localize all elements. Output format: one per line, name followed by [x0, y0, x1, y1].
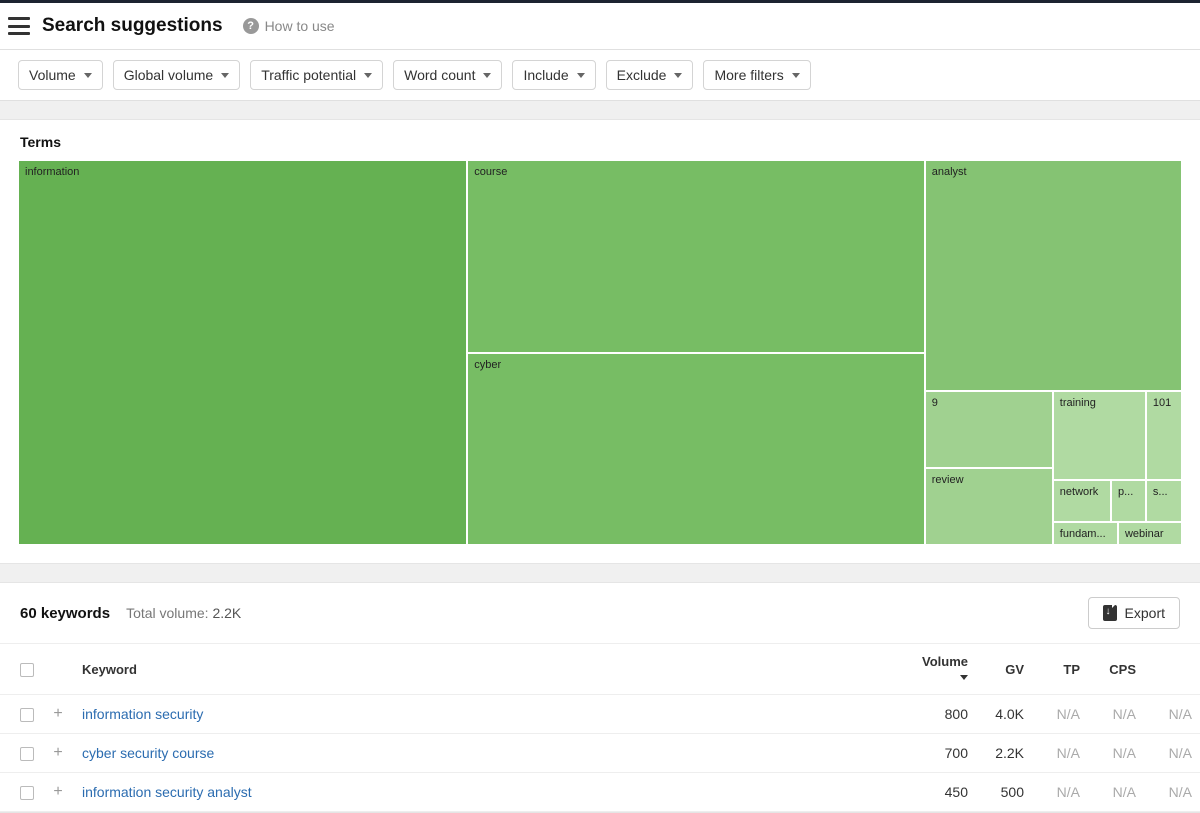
sort-desc-icon	[960, 675, 968, 680]
treemap-cell[interactable]: training	[1053, 391, 1146, 480]
chevron-down-icon	[221, 73, 229, 78]
keywords-panel: 60 keywords Total volume: 2.2K Export Ke…	[0, 582, 1200, 813]
filter-label: Exclude	[617, 67, 667, 83]
treemap-cell[interactable]: 9	[925, 391, 1053, 468]
export-icon	[1103, 605, 1117, 621]
col-gv[interactable]: GV	[976, 644, 1032, 695]
cell: N/A	[1088, 734, 1144, 773]
treemap-cell[interactable]: s...	[1146, 480, 1182, 522]
treemap-cell[interactable]: cyber	[467, 353, 924, 546]
filter-traffic-potential[interactable]: Traffic potential	[250, 60, 383, 90]
chevron-down-icon	[792, 73, 800, 78]
row-checkbox[interactable]	[20, 786, 34, 800]
filter-exclude[interactable]: Exclude	[606, 60, 694, 90]
select-all-checkbox[interactable]	[20, 663, 34, 677]
filter-label: Include	[523, 67, 568, 83]
chevron-down-icon	[364, 73, 372, 78]
chevron-down-icon	[483, 73, 491, 78]
table-row: +information security8004.0KN/AN/AN/A	[0, 695, 1200, 734]
cell: N/A	[1144, 734, 1200, 773]
filter-label: More filters	[714, 67, 783, 83]
chevron-down-icon	[674, 73, 682, 78]
help-icon: ?	[243, 18, 259, 34]
treemap-cell[interactable]: webinar	[1118, 522, 1182, 545]
treemap-cell[interactable]: p...	[1111, 480, 1146, 522]
filter-include[interactable]: Include	[512, 60, 595, 90]
summary-bar: 60 keywords Total volume: 2.2K Export	[0, 583, 1200, 643]
treemap-cell[interactable]: network	[1053, 480, 1111, 522]
col-cps[interactable]: CPS	[1088, 644, 1144, 695]
expand-icon[interactable]: +	[50, 744, 66, 762]
treemap-cell[interactable]: analyst	[925, 160, 1182, 391]
treemap-cell[interactable]: information	[18, 160, 467, 545]
top-bar: Search suggestions ? How to use	[0, 0, 1200, 50]
table-row: +information security analyst450500N/AN/…	[0, 773, 1200, 812]
row-checkbox[interactable]	[20, 747, 34, 761]
cell: 4.0K	[976, 695, 1032, 734]
col-volume[interactable]: Volume	[904, 644, 976, 695]
table-row: +cyber security course7002.2KN/AN/AN/A	[0, 734, 1200, 773]
chevron-down-icon	[84, 73, 92, 78]
filter-label: Traffic potential	[261, 67, 356, 83]
terms-panel-title: Terms	[0, 120, 1200, 160]
cell: 450	[904, 773, 976, 812]
filter-more-filters[interactable]: More filters	[703, 60, 810, 90]
total-volume-value: 2.2K	[212, 605, 241, 621]
cell: N/A	[1144, 695, 1200, 734]
filter-volume[interactable]: Volume	[18, 60, 103, 90]
export-button[interactable]: Export	[1088, 597, 1180, 629]
keyword-link[interactable]: information security analyst	[82, 784, 252, 800]
export-label: Export	[1125, 605, 1165, 621]
chevron-down-icon	[577, 73, 585, 78]
keywords-count: 60 keywords	[20, 605, 110, 622]
treemap[interactable]: informationcoursecyberanalyst9reviewtrai…	[18, 160, 1182, 545]
table-header-row: Keyword Volume GV TP CPS	[0, 644, 1200, 695]
filter-word-count[interactable]: Word count	[393, 60, 502, 90]
menu-icon[interactable]	[8, 17, 30, 35]
col-keyword[interactable]: Keyword	[74, 644, 904, 695]
treemap-cell[interactable]: 101	[1146, 391, 1182, 480]
filter-bar: Volume Global volume Traffic potential Word…	[0, 50, 1200, 101]
keywords-table: Keyword Volume GV TP CPS + information se…	[0, 643, 1200, 812]
row-checkbox[interactable]	[20, 708, 34, 722]
how-to-use-link[interactable]: ? How to use	[243, 18, 335, 34]
cell: N/A	[1032, 734, 1088, 773]
treemap-cell[interactable]: fundam...	[1053, 522, 1118, 545]
keyword-link[interactable]: cyber security course	[82, 745, 214, 761]
cell: N/A	[1032, 773, 1088, 812]
how-to-use-label: How to use	[265, 18, 335, 34]
cell: 2.2K	[976, 734, 1032, 773]
treemap-cell[interactable]: review	[925, 468, 1053, 545]
filter-label: Word count	[404, 67, 475, 83]
filter-global-volume[interactable]: Global volume	[113, 60, 241, 90]
page-title: Search suggestions	[42, 15, 223, 37]
col-volume-label: Volume	[922, 654, 968, 669]
cell: N/A	[1088, 695, 1144, 734]
cell: 500	[976, 773, 1032, 812]
keyword-link[interactable]: information security	[82, 706, 203, 722]
expand-icon[interactable]: +	[50, 783, 66, 801]
filter-label: Global volume	[124, 67, 214, 83]
terms-panel: Terms informationcoursecyberanalyst9revi…	[0, 119, 1200, 564]
col-tp[interactable]: TP	[1032, 644, 1088, 695]
cell: N/A	[1088, 773, 1144, 812]
cell: N/A	[1144, 773, 1200, 812]
total-volume-label: Total volume:	[126, 605, 208, 621]
cell: 800	[904, 695, 976, 734]
expand-icon[interactable]: +	[50, 705, 66, 723]
cell: N/A	[1032, 695, 1088, 734]
cell: 700	[904, 734, 976, 773]
filter-label: Volume	[29, 67, 76, 83]
treemap-cell[interactable]: course	[467, 160, 924, 353]
